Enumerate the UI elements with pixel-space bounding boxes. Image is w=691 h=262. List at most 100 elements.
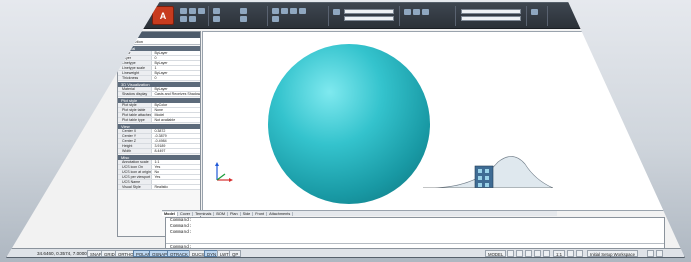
property-value[interactable]: 0 xyxy=(152,56,200,60)
circle-icon[interactable] xyxy=(198,8,205,14)
annotation-scale[interactable]: 1:1 xyxy=(553,250,565,257)
rectangle-icon[interactable] xyxy=(189,16,196,22)
zoom-icon[interactable] xyxy=(525,250,532,257)
property-value[interactable]: None xyxy=(152,108,200,112)
property-name: Layer xyxy=(118,56,153,60)
drawing-canvas[interactable] xyxy=(202,31,672,211)
layout-tab[interactable]: Plan xyxy=(228,212,241,216)
property-name: Lineweight xyxy=(118,71,153,75)
property-name: Plot style table xyxy=(118,108,153,112)
command-history-line: Command: xyxy=(170,230,192,235)
property-value[interactable]: ByLayer xyxy=(152,61,200,65)
workspace-switch[interactable]: Initial Setup Workspace xyxy=(587,250,639,257)
layout-icon[interactable] xyxy=(507,250,514,257)
pan-icon[interactable] xyxy=(516,250,523,257)
property-name: Thickness xyxy=(118,76,153,80)
dimension-icon[interactable] xyxy=(281,8,288,14)
create-block-icon[interactable] xyxy=(413,9,420,15)
property-value[interactable]: ByLayer xyxy=(152,51,200,55)
layout-tab[interactable]: Cover xyxy=(177,212,194,216)
ribbon-panel-modify[interactable] xyxy=(210,6,268,26)
ribbon-panel-draw[interactable] xyxy=(177,6,209,26)
property-value[interactable]: -0.4984 xyxy=(152,139,200,143)
table-icon[interactable] xyxy=(299,8,306,14)
command-window: Command: Command: Command: Command: xyxy=(165,217,665,251)
property-row[interactable]: Visual Style Realistic xyxy=(118,185,200,190)
application-menu-button[interactable]: A xyxy=(152,6,174,25)
linetype-dropdown[interactable] xyxy=(461,16,521,21)
property-row[interactable]: Shadow display Casts and Receives Shadows xyxy=(118,92,200,97)
ribbon-panel-annotation[interactable] xyxy=(269,6,329,26)
property-value[interactable]: Model xyxy=(152,113,200,117)
slope-with-building[interactable] xyxy=(423,152,553,188)
property-value[interactable]: Yes xyxy=(152,165,200,169)
property-value[interactable]: ByLayer xyxy=(152,71,200,75)
annotation-visibility-icon[interactable] xyxy=(567,250,574,257)
layout-tab[interactable]: BOM xyxy=(214,212,229,216)
property-row[interactable]: Thickness 0 xyxy=(118,76,200,81)
leader-icon[interactable] xyxy=(290,8,297,14)
property-value[interactable]: 8.4497 xyxy=(152,149,200,153)
viewcube[interactable] xyxy=(646,44,655,52)
property-value[interactable]: 0 xyxy=(152,76,200,80)
model-space-button[interactable]: MODEL xyxy=(485,250,507,257)
line-icon[interactable] xyxy=(180,8,187,14)
layout-tab[interactable]: Side xyxy=(240,212,254,216)
layout-tab[interactable]: Front xyxy=(253,212,268,216)
copy-icon[interactable] xyxy=(213,16,220,22)
polyline-icon[interactable] xyxy=(189,8,196,14)
status-toggle-qp[interactable]: QP xyxy=(229,250,242,257)
ribbon-panel-layers[interactable] xyxy=(330,6,400,26)
arc-icon[interactable] xyxy=(180,16,187,22)
lock-icon[interactable] xyxy=(647,250,654,257)
ribbon-panel-block[interactable] xyxy=(401,6,456,26)
property-value[interactable]: Realistic xyxy=(152,185,200,189)
property-value[interactable]: Yes xyxy=(152,175,200,179)
property-row[interactable]: Plot table type Not available xyxy=(118,118,200,123)
sphere-solid[interactable] xyxy=(268,44,430,204)
insert-block-icon[interactable] xyxy=(404,9,411,15)
background: A Properties No selection General Color … xyxy=(0,0,691,262)
rotate-icon[interactable] xyxy=(240,8,247,14)
color-dropdown[interactable] xyxy=(461,9,521,14)
move-icon[interactable] xyxy=(213,8,220,14)
property-name: Plot style xyxy=(118,103,153,107)
showmotion-icon[interactable] xyxy=(543,250,550,257)
property-value[interactable]: ByLayer xyxy=(152,87,200,91)
auto-scale-icon[interactable] xyxy=(576,250,583,257)
clean-screen-icon[interactable] xyxy=(656,250,663,257)
property-value[interactable]: -0.3879 xyxy=(152,134,200,138)
property-name: Shadow display xyxy=(118,92,153,96)
hatch-icon[interactable] xyxy=(272,16,279,22)
edit-block-icon[interactable] xyxy=(422,9,429,15)
property-value[interactable]: 0.3872 xyxy=(152,129,200,133)
selection-dropdown[interactable]: No selection xyxy=(118,38,200,45)
ucs-icon xyxy=(215,162,233,182)
property-value[interactable]: 3.9189 xyxy=(152,144,200,148)
ribbon-panel-properties[interactable] xyxy=(457,6,527,26)
layout-tab[interactable]: Model xyxy=(162,212,178,216)
layout-tab[interactable]: Attachments xyxy=(267,212,294,216)
text-icon[interactable] xyxy=(272,8,279,14)
property-value[interactable] xyxy=(152,180,200,184)
mirror-icon[interactable] xyxy=(240,16,247,22)
coordinate-readout: 34.6460, 0.3574, 7.0000 xyxy=(37,251,87,256)
property-name: Material xyxy=(118,87,153,91)
property-value[interactable]: Casts and Receives Shadows xyxy=(152,92,200,96)
layer-dropdown[interactable] xyxy=(344,9,394,14)
property-value[interactable]: ByColor xyxy=(152,103,200,107)
ribbon-panel-utilities[interactable] xyxy=(528,6,548,26)
layout-tab[interactable]: Terminals xyxy=(193,212,215,216)
status-toggle-otrack[interactable]: OTRACK xyxy=(167,250,191,257)
property-value[interactable]: 1:1 xyxy=(152,160,200,164)
layer-state-dropdown[interactable] xyxy=(344,16,394,21)
property-row[interactable]: Width 8.4497 xyxy=(118,149,200,154)
property-name: Center X xyxy=(118,129,153,133)
property-name: UCS per viewport xyxy=(118,175,153,179)
property-value[interactable]: No xyxy=(152,170,200,174)
steeringwheel-icon[interactable] xyxy=(534,250,541,257)
property-value[interactable]: Not available xyxy=(152,118,200,122)
layer-properties-icon[interactable] xyxy=(333,9,340,15)
property-value[interactable]: 1 xyxy=(152,66,200,70)
measure-icon[interactable] xyxy=(531,9,538,15)
